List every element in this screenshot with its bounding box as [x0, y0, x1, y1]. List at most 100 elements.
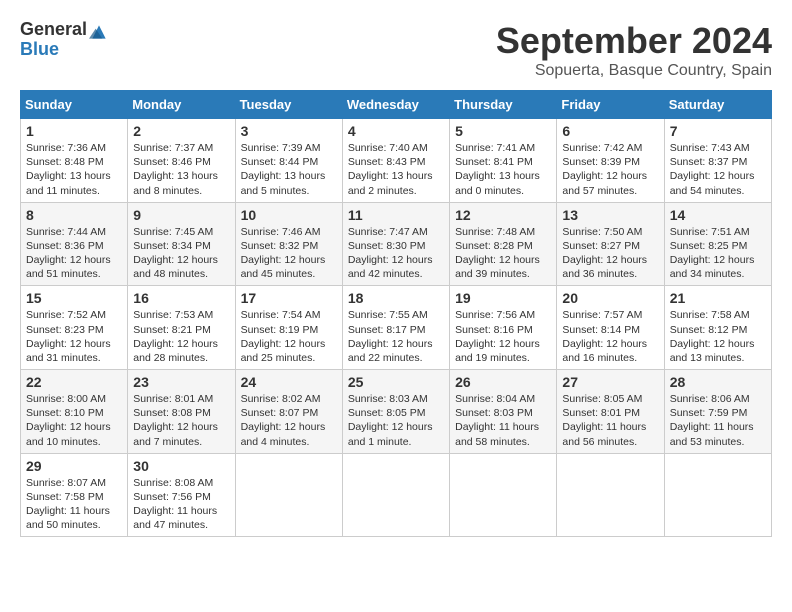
- day-number: 28: [670, 374, 766, 390]
- day-number: 2: [133, 123, 229, 139]
- calendar-cell-11: 11Sunrise: 7:47 AMSunset: 8:30 PMDayligh…: [342, 202, 449, 286]
- day-info: Sunrise: 8:06 AMSunset: 7:59 PMDaylight:…: [670, 393, 754, 448]
- day-number: 4: [348, 123, 444, 139]
- logo-blue: Blue: [20, 40, 87, 60]
- calendar-cell: 7 Sunrise: 7:43 AMSunset: 8:37 PMDaylight…: [664, 119, 771, 203]
- calendar-cell: [342, 453, 449, 537]
- day-info: Sunrise: 7:56 AMSunset: 8:16 PMDaylight:…: [455, 309, 540, 364]
- day-number: 12: [455, 207, 551, 223]
- calendar-cell-15: 15 Sunrise: 7:52 AMSunset: 8:23 PMDayligh…: [21, 286, 128, 370]
- day-header-friday: Friday: [557, 91, 664, 119]
- day-number: 11: [348, 207, 444, 223]
- calendar-row-3: 15 Sunrise: 7:52 AMSunset: 8:23 PMDayligh…: [21, 286, 772, 370]
- logo-general: General: [20, 20, 87, 40]
- day-number: 9: [133, 207, 229, 223]
- day-info: Sunrise: 7:37 AMSunset: 8:46 PMDaylight:…: [133, 142, 218, 197]
- day-info: Sunrise: 7:53 AMSunset: 8:21 PMDaylight:…: [133, 309, 218, 364]
- day-info: Sunrise: 7:52 AMSunset: 8:23 PMDaylight:…: [26, 309, 111, 364]
- logo: General Blue: [20, 20, 109, 60]
- day-info: Sunrise: 7:43 AMSunset: 8:37 PMDaylight:…: [670, 142, 755, 197]
- calendar-cell: 29 Sunrise: 8:07 AMSunset: 7:58 PMDayligh…: [21, 453, 128, 537]
- calendar-row-4: 22 Sunrise: 8:00 AMSunset: 8:10 PMDayligh…: [21, 370, 772, 454]
- logo-icon: [89, 22, 109, 42]
- calendar-cell-16: 16 Sunrise: 7:53 AMSunset: 8:21 PMDayligh…: [128, 286, 235, 370]
- calendar-cell: [450, 453, 557, 537]
- calendar-cell-20: 20Sunrise: 7:57 AMSunset: 8:14 PMDayligh…: [557, 286, 664, 370]
- day-info: Sunrise: 7:36 AMSunset: 8:48 PMDaylight:…: [26, 142, 111, 197]
- day-info: Sunrise: 7:54 AMSunset: 8:19 PMDaylight:…: [241, 309, 326, 364]
- day-number: 25: [348, 374, 444, 390]
- day-number: 23: [133, 374, 229, 390]
- location-title: Sopuerta, Basque Country, Spain: [496, 62, 772, 80]
- day-number: 20: [562, 290, 658, 306]
- calendar-cell: 5 Sunrise: 7:41 AMSunset: 8:41 PMDaylight…: [450, 119, 557, 203]
- day-header-wednesday: Wednesday: [342, 91, 449, 119]
- calendar-cell-12: 12Sunrise: 7:48 AMSunset: 8:28 PMDayligh…: [450, 202, 557, 286]
- day-info: Sunrise: 7:41 AMSunset: 8:41 PMDaylight:…: [455, 142, 540, 197]
- day-number: 13: [562, 207, 658, 223]
- page-header: General Blue September 2024 Sopuerta, Ba…: [20, 20, 772, 80]
- calendar-cell-14: 14 Sunrise: 7:51 AMSunset: 8:25 PMDayligh…: [664, 202, 771, 286]
- day-number: 30: [133, 458, 229, 474]
- day-number: 19: [455, 290, 551, 306]
- day-info: Sunrise: 7:42 AMSunset: 8:39 PMDaylight:…: [562, 142, 647, 197]
- calendar-row-1: 1 Sunrise: 7:36 AMSunset: 8:48 PMDaylight…: [21, 119, 772, 203]
- day-number: 6: [562, 123, 658, 139]
- calendar-header-row: SundayMondayTuesdayWednesdayThursdayFrid…: [21, 91, 772, 119]
- calendar-cell-24: 24 Sunrise: 8:02 AMSunset: 8:07 PMDayligh…: [235, 370, 342, 454]
- calendar-cell: [664, 453, 771, 537]
- day-info: Sunrise: 7:58 AMSunset: 8:12 PMDaylight:…: [670, 309, 755, 364]
- day-info: Sunrise: 7:51 AMSunset: 8:25 PMDaylight:…: [670, 226, 755, 281]
- calendar-cell-19: 19 Sunrise: 7:56 AMSunset: 8:16 PMDayligh…: [450, 286, 557, 370]
- calendar-row-5: 29 Sunrise: 8:07 AMSunset: 7:58 PMDayligh…: [21, 453, 772, 537]
- calendar-cell-8: 8 Sunrise: 7:44 AMSunset: 8:36 PMDaylight…: [21, 202, 128, 286]
- day-header-saturday: Saturday: [664, 91, 771, 119]
- calendar-cell-22: 22 Sunrise: 8:00 AMSunset: 8:10 PMDayligh…: [21, 370, 128, 454]
- day-info: Sunrise: 8:03 AMSunset: 8:05 PMDaylight:…: [348, 393, 433, 448]
- calendar-cell: [557, 453, 664, 537]
- day-number: 8: [26, 207, 122, 223]
- calendar-cell-28: 28 Sunrise: 8:06 AMSunset: 7:59 PMDayligh…: [664, 370, 771, 454]
- calendar-cell-21: 21 Sunrise: 7:58 AMSunset: 8:12 PMDayligh…: [664, 286, 771, 370]
- calendar-cell-23: 23Sunrise: 8:01 AMSunset: 8:08 PMDayligh…: [128, 370, 235, 454]
- day-number: 1: [26, 123, 122, 139]
- calendar-cell-27: 27Sunrise: 8:05 AMSunset: 8:01 PMDayligh…: [557, 370, 664, 454]
- day-number: 29: [26, 458, 122, 474]
- calendar-cell: 4 Sunrise: 7:40 AMSunset: 8:43 PMDaylight…: [342, 119, 449, 203]
- day-info: Sunrise: 8:07 AMSunset: 7:58 PMDaylight:…: [26, 477, 110, 532]
- day-header-monday: Monday: [128, 91, 235, 119]
- day-number: 16: [133, 290, 229, 306]
- day-number: 7: [670, 123, 766, 139]
- day-info: Sunrise: 8:05 AMSunset: 8:01 PMDaylight:…: [562, 393, 646, 448]
- day-number: 17: [241, 290, 337, 306]
- day-number: 22: [26, 374, 122, 390]
- day-number: 15: [26, 290, 122, 306]
- day-number: 14: [670, 207, 766, 223]
- day-number: 26: [455, 374, 551, 390]
- calendar-cell-1: 1 Sunrise: 7:36 AMSunset: 8:48 PMDaylight…: [21, 119, 128, 203]
- calendar-cell-9: 9Sunrise: 7:45 AMSunset: 8:34 PMDaylight…: [128, 202, 235, 286]
- title-area: September 2024 Sopuerta, Basque Country,…: [496, 20, 772, 80]
- day-header-sunday: Sunday: [21, 91, 128, 119]
- calendar-cell: 30 Sunrise: 8:08 AMSunset: 7:56 PMDayligh…: [128, 453, 235, 537]
- calendar-cell-18: 18Sunrise: 7:55 AMSunset: 8:17 PMDayligh…: [342, 286, 449, 370]
- calendar-cell: 6 Sunrise: 7:42 AMSunset: 8:39 PMDaylight…: [557, 119, 664, 203]
- day-number: 21: [670, 290, 766, 306]
- calendar-cell-13: 13Sunrise: 7:50 AMSunset: 8:27 PMDayligh…: [557, 202, 664, 286]
- calendar-row-2: 8 Sunrise: 7:44 AMSunset: 8:36 PMDaylight…: [21, 202, 772, 286]
- day-number: 3: [241, 123, 337, 139]
- day-number: 24: [241, 374, 337, 390]
- day-info: Sunrise: 8:02 AMSunset: 8:07 PMDaylight:…: [241, 393, 326, 448]
- day-header-thursday: Thursday: [450, 91, 557, 119]
- calendar-cell-10: 10Sunrise: 7:46 AMSunset: 8:32 PMDayligh…: [235, 202, 342, 286]
- day-number: 5: [455, 123, 551, 139]
- day-info: Sunrise: 8:00 AMSunset: 8:10 PMDaylight:…: [26, 393, 111, 448]
- calendar-cell-25: 25 Sunrise: 8:03 AMSunset: 8:05 PMDayligh…: [342, 370, 449, 454]
- calendar-cell-26: 26 Sunrise: 8:04 AMSunset: 8:03 PMDayligh…: [450, 370, 557, 454]
- day-info: Sunrise: 7:44 AMSunset: 8:36 PMDaylight:…: [26, 226, 111, 281]
- day-number: 18: [348, 290, 444, 306]
- month-title: September 2024: [496, 20, 772, 62]
- day-info: Sunrise: 7:40 AMSunset: 8:43 PMDaylight:…: [348, 142, 433, 197]
- day-info: Sunrise: 8:04 AMSunset: 8:03 PMDaylight:…: [455, 393, 539, 448]
- day-info: Sunrise: 8:08 AMSunset: 7:56 PMDaylight:…: [133, 477, 217, 532]
